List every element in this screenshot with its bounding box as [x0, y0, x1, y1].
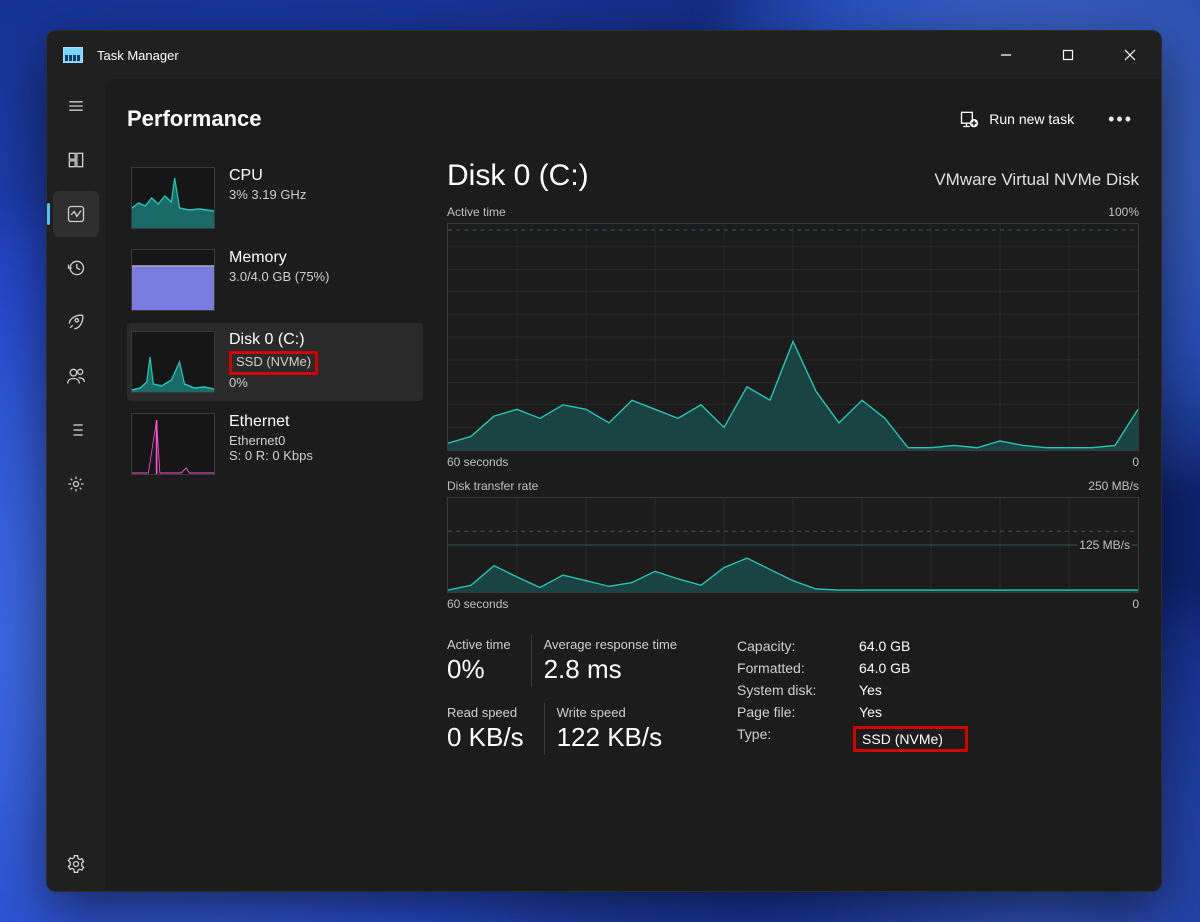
minimize-button[interactable] — [975, 31, 1037, 79]
disk-info-table: Capacity: 64.0 GB Formatted: 64.0 GB Syste… — [737, 635, 968, 755]
info-systemdisk-v: Yes — [859, 682, 882, 698]
stat-write-speed-value: 122 KB/s — [557, 722, 663, 753]
detail-panel: Disk 0 (C:) VMware Virtual NVMe Disk Act… — [447, 159, 1139, 873]
ethernet-rate: S: 0 R: 0 Kbps — [229, 448, 313, 463]
hamburger-button[interactable] — [53, 83, 99, 129]
chart2-bottom-left: 60 seconds — [447, 597, 508, 611]
chart1-top-left: Active time — [447, 205, 506, 219]
stat-avg-response-value: 2.8 ms — [544, 654, 677, 685]
memory-thumb — [131, 249, 215, 311]
info-formatted-k: Formatted: — [737, 660, 841, 676]
disk-usage: 0% — [229, 375, 318, 390]
chart2-top-left: Disk transfer rate — [447, 479, 538, 493]
page-header: Performance Run new task ••• — [127, 97, 1139, 141]
page-title: Performance — [127, 106, 262, 132]
disk-type-highlight: SSD (NVMe) — [229, 351, 318, 375]
task-manager-window: Task Manager — [46, 30, 1162, 892]
resource-card-memory[interactable]: Memory 3.0/4.0 GB (75%) — [127, 241, 423, 319]
nav-processes[interactable] — [53, 137, 99, 183]
more-options-button[interactable]: ••• — [1102, 105, 1139, 134]
ethernet-adapter: Ethernet0 — [229, 433, 313, 448]
nav-rail — [47, 79, 105, 891]
memory-sub: 3.0/4.0 GB (75%) — [229, 269, 329, 284]
nav-services[interactable] — [53, 461, 99, 507]
app-icon — [63, 47, 83, 63]
chart1-bottom-right: 0 — [1132, 455, 1139, 469]
cpu-title: CPU — [229, 167, 306, 185]
detail-subtitle: VMware Virtual NVMe Disk — [934, 170, 1139, 190]
resource-card-disk0[interactable]: Disk 0 (C:) SSD (NVMe) 0% — [127, 323, 423, 401]
stat-write-speed-label: Write speed — [557, 705, 663, 720]
run-new-task-button[interactable]: Run new task — [949, 103, 1084, 135]
info-type-k: Type: — [737, 726, 841, 752]
disk-thumb — [131, 331, 215, 393]
disk-title: Disk 0 (C:) — [229, 331, 318, 349]
resource-card-ethernet[interactable]: Ethernet Ethernet0 S: 0 R: 0 Kbps — [127, 405, 423, 483]
nav-details[interactable] — [53, 407, 99, 453]
ethernet-title: Ethernet — [229, 413, 313, 431]
transfer-rate-chart[interactable]: 125 MB/s — [447, 497, 1139, 593]
nav-performance[interactable] — [53, 191, 99, 237]
info-pagefile-v: Yes — [859, 704, 882, 720]
nav-app-history[interactable] — [53, 245, 99, 291]
info-formatted-v: 64.0 GB — [859, 660, 910, 676]
chart2-top-right: 250 MB/s — [1088, 479, 1139, 493]
stat-read-speed-value: 0 KB/s — [447, 722, 524, 753]
nav-startup[interactable] — [53, 299, 99, 345]
info-systemdisk-k: System disk: — [737, 682, 841, 698]
active-time-chart-block: Active time 100% — [447, 205, 1139, 469]
detail-title: Disk 0 (C:) — [447, 159, 589, 193]
run-new-task-label: Run new task — [989, 111, 1074, 127]
stat-active-time-value: 0% — [447, 654, 511, 685]
active-time-chart[interactable] — [447, 223, 1139, 451]
ethernet-thumb — [131, 413, 215, 475]
stat-active-time-label: Active time — [447, 637, 511, 652]
maximize-button[interactable] — [1037, 31, 1099, 79]
cpu-sub: 3% 3.19 GHz — [229, 187, 306, 202]
chart2-bottom-right: 0 — [1132, 597, 1139, 611]
info-capacity-v: 64.0 GB — [859, 638, 910, 654]
stat-avg-response-label: Average response time — [544, 637, 677, 652]
info-pagefile-k: Page file: — [737, 704, 841, 720]
resource-list: CPU 3% 3.19 GHz Memory — [127, 159, 423, 873]
window-title: Task Manager — [97, 48, 179, 63]
info-type-v-highlight: SSD (NVMe) — [853, 726, 968, 752]
settings-button[interactable] — [53, 841, 99, 887]
chart1-top-right: 100% — [1108, 205, 1139, 219]
chart1-bottom-left: 60 seconds — [447, 455, 508, 469]
transfer-rate-chart-block: Disk transfer rate 250 MB/s — [447, 479, 1139, 611]
resource-card-cpu[interactable]: CPU 3% 3.19 GHz — [127, 159, 423, 237]
stats-row: Active time 0% Average response time 2.8… — [447, 635, 1139, 755]
cpu-thumb — [131, 167, 215, 229]
close-button[interactable] — [1099, 31, 1161, 79]
chart2-mid-right: 125 MB/s — [1077, 538, 1132, 552]
nav-users[interactable] — [53, 353, 99, 399]
memory-title: Memory — [229, 249, 329, 267]
stat-read-speed-label: Read speed — [447, 705, 524, 720]
titlebar[interactable]: Task Manager — [47, 31, 1161, 79]
info-capacity-k: Capacity: — [737, 638, 841, 654]
